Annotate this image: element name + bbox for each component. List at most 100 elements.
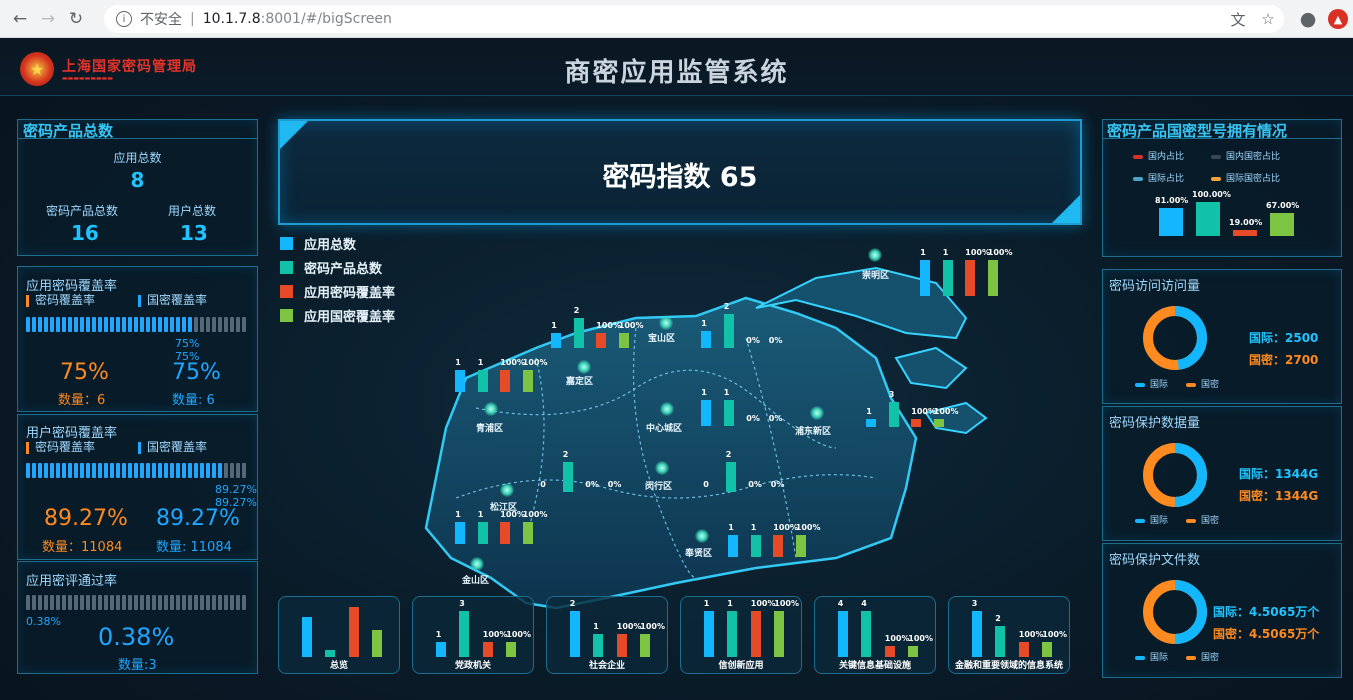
chart-bar (701, 331, 712, 348)
progress-segment (134, 463, 138, 478)
chart-value-label: 0% (607, 480, 622, 489)
dashboard: ★ 上海国家密码管理局 ▬▬▬▬▬▬▬▬▬ 商密应用监管系统 密码产品总数 应用… (0, 38, 1353, 700)
model-bar-label: 19.00% (1229, 217, 1263, 227)
visits-legend-gm: 国密 (1186, 377, 1219, 390)
chart-bar (506, 641, 517, 657)
chart-value-label: 2 (723, 302, 730, 311)
model-bar (1270, 213, 1294, 236)
app-coverage-legend-a: 密码覆盖率 (26, 291, 95, 308)
chart-value-label: 2 (725, 450, 732, 459)
legend-label: 国内国密占比 (1226, 152, 1281, 162)
progress-segment (116, 317, 120, 332)
update-icon[interactable]: ▲ (1328, 9, 1348, 29)
progress-segment (62, 317, 66, 332)
progress-segment (218, 463, 222, 478)
chart-value-label: 1 (866, 406, 872, 416)
category-card-infrastructure[interactable]: 4 4 100% 100% 关键信息基础设施 (814, 596, 936, 674)
progress-segment (44, 463, 48, 478)
user-coverage-legend-b: 国密覆盖率 (138, 438, 207, 455)
district-name-minhang: 闵行区 (645, 482, 673, 492)
chart-bar (908, 645, 919, 657)
data-volume-legend-intl: 国际 (1135, 513, 1168, 526)
category-card-xinchuang[interactable]: 1 1 100% 100% 信创新应用 (680, 596, 802, 674)
crypto-index-value: 密码指数 65 (602, 162, 758, 193)
progress-segment (176, 595, 180, 610)
product-total-value: 16 (71, 221, 99, 245)
chart-value-label: 1 (723, 388, 730, 397)
chart-bar (773, 535, 784, 557)
chart-value-label: 1 (920, 248, 926, 257)
files-legend-intl: 国际 (1135, 650, 1168, 663)
progress-segment (242, 595, 246, 610)
chart-value-label: 100% (795, 523, 821, 532)
category-card-overview[interactable]: 总览 (278, 596, 400, 674)
progress-segment (170, 317, 174, 332)
back-icon[interactable]: ← (6, 5, 34, 33)
reload-icon[interactable]: ↻ (62, 5, 90, 33)
progress-segment (44, 595, 48, 610)
progress-segment (80, 317, 84, 332)
progress-segment (236, 317, 240, 332)
bookmark-star-icon[interactable]: ☆ (1258, 9, 1278, 29)
progress-segment (110, 317, 114, 332)
category-chart: 1 3 100% 100% (429, 599, 531, 657)
progress-segment (92, 317, 96, 332)
district-marker (695, 529, 709, 543)
app-coverage-tip-b: 75% (175, 337, 200, 350)
chart-value-label: 100% (506, 629, 531, 639)
category-chart: 4 4 100% 100% (831, 599, 933, 657)
progress-segment (26, 317, 30, 332)
category-card-government[interactable]: 1 3 100% 100% 党政机关 (412, 596, 534, 674)
category-card-finance[interactable]: 3 2 100% 100% 金融和重要领域的信息系统 (948, 596, 1070, 674)
district-marker (470, 557, 484, 571)
user-coverage-tip-a: 89.27% (215, 483, 257, 496)
chart-bar (888, 402, 899, 427)
app-coverage-bar (26, 317, 246, 332)
chart-bar (774, 611, 785, 657)
category-card-enterprise[interactable]: 2 1 100% 100% 社会企业 (546, 596, 668, 674)
progress-segment (98, 317, 102, 332)
chart-value-label: 1 (727, 599, 733, 608)
chart-value-label: 0 (703, 480, 709, 489)
app-coverage-legend-a-text: 密码覆盖率 (35, 293, 96, 307)
forward-icon[interactable]: → (34, 5, 62, 33)
progress-segment (242, 463, 246, 478)
translate-icon[interactable]: 文 (1228, 9, 1248, 29)
chart-value-label: 100% (616, 622, 642, 631)
legend-label: 国际 (1150, 380, 1169, 390)
chart-value-label: 1 (455, 358, 461, 367)
progress-segment (62, 595, 66, 610)
chart-bar (971, 611, 982, 657)
user-coverage-pct-b: 89.27% (156, 506, 240, 531)
progress-segment (200, 317, 204, 332)
address-bar[interactable]: i 不安全 | 10.1.7.8:8001/#/bigScreen (104, 5, 1284, 33)
category-chart: 1 1 100% 100% (697, 599, 799, 657)
app-total-label: 应用总数 (113, 151, 162, 165)
legend-swatch (1135, 382, 1145, 387)
category-chart: 3 2 100% 100% (965, 599, 1067, 657)
chart-bar (522, 370, 533, 392)
chart-value-label: 100% (1042, 629, 1067, 639)
progress-segment (158, 463, 162, 478)
progress-segment (140, 463, 144, 478)
progress-segment (50, 595, 54, 610)
model-legend-1: 国内国密占比 (1211, 149, 1280, 162)
progress-segment (26, 595, 30, 610)
progress-segment (212, 317, 216, 332)
chart-value-label: 0% (585, 480, 599, 489)
files-title: 密码保护文件数 (1109, 553, 1201, 568)
data-volume-legend-gm: 国密 (1186, 513, 1219, 526)
user-coverage-count-b: 数量: 11084 (156, 540, 232, 555)
legend-swatch (1186, 655, 1196, 660)
chart-bar (616, 634, 627, 657)
account-icon[interactable]: ● (1298, 8, 1318, 30)
progress-segment (218, 317, 222, 332)
chart-bar (750, 611, 761, 657)
progress-segment (68, 595, 72, 610)
info-icon[interactable]: i (116, 11, 132, 27)
donut-chart (1143, 306, 1207, 370)
progress-segment (140, 317, 144, 332)
district-marker (868, 248, 882, 262)
progress-segment (104, 595, 108, 610)
pass-rate-pct: 0.38% (98, 623, 175, 651)
